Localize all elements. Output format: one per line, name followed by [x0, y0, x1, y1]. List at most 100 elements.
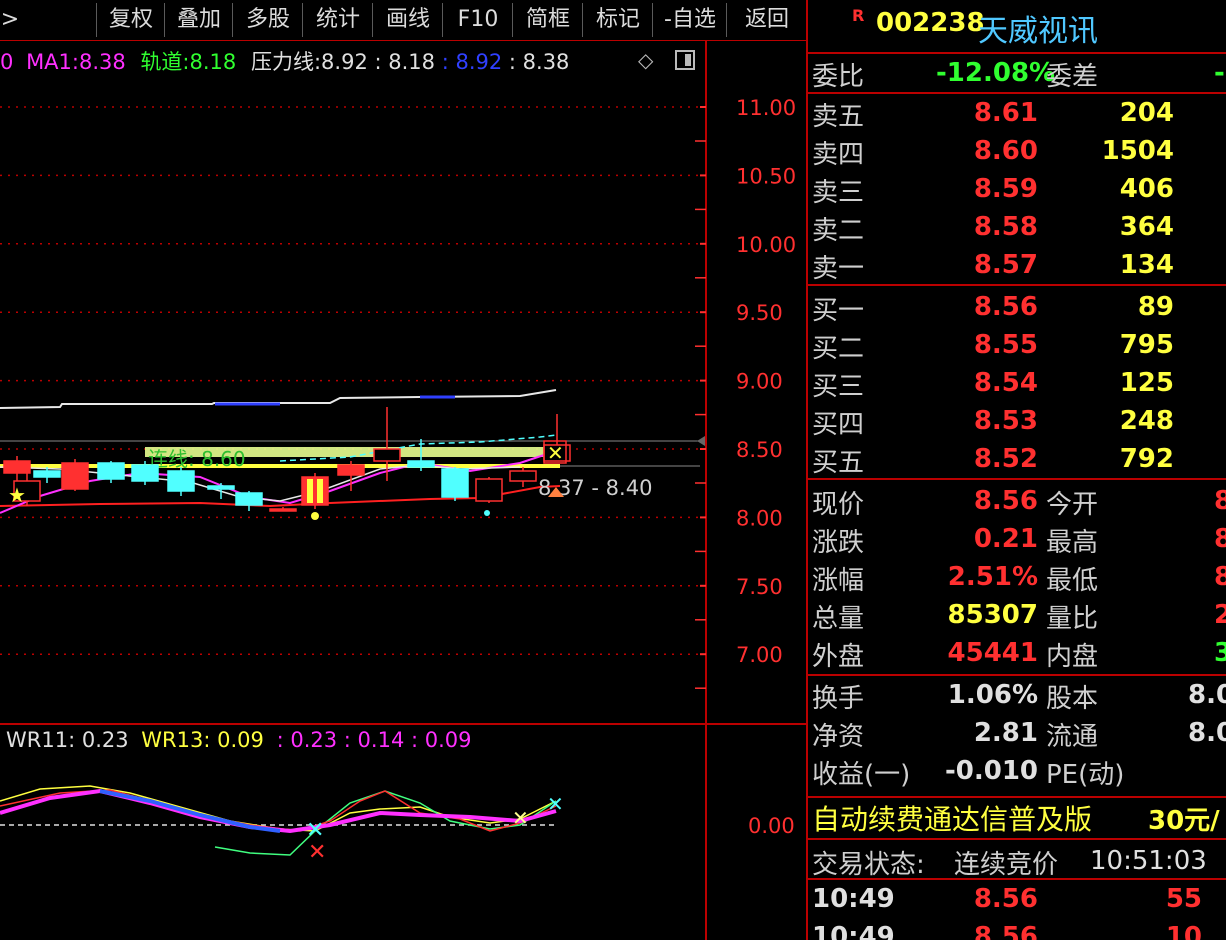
- buy-price: 8.52: [973, 444, 1038, 474]
- stock-name: 天威视讯: [978, 14, 1098, 49]
- stat-value-2: 8: [1214, 524, 1226, 554]
- candle-body: [301, 476, 329, 506]
- x-marker-icon: ✕: [547, 441, 564, 465]
- buy-level-label: 买四: [812, 410, 865, 440]
- fund-label-2: PE(动): [1046, 760, 1125, 790]
- volume-bar: [317, 479, 323, 503]
- divider: [808, 878, 1226, 880]
- price-tick-label: 10.00: [736, 233, 796, 257]
- quote-panel: R 002238 天威视讯 委比 -12.08% 委差 - 卖五 8.61 204 卖…: [806, 0, 1226, 940]
- weibi-value: -12.08%: [936, 58, 1056, 88]
- stat-label: 涨跌: [812, 528, 865, 558]
- candle-body: [167, 470, 195, 492]
- badge-r: R: [852, 6, 865, 25]
- buy-volume: 792: [1119, 444, 1174, 474]
- buy-level-label: 买三: [812, 372, 865, 402]
- stat-value: 2.51%: [947, 562, 1038, 592]
- fund-value: 1.06%: [947, 680, 1038, 710]
- candle-body: [407, 460, 435, 468]
- divider: [808, 52, 1226, 54]
- stat-label-2: 量比: [1046, 604, 1099, 634]
- stat-value: 8.56: [973, 486, 1038, 516]
- buy-volume: 795: [1119, 330, 1174, 360]
- buy-price: 8.53: [973, 406, 1038, 436]
- cyan-dot-marker: [484, 510, 490, 516]
- fund-label: 换手: [812, 684, 865, 714]
- sell-level-label: 卖二: [812, 216, 865, 246]
- tick-volume: 10: [1165, 922, 1202, 940]
- tick-volume: 55: [1165, 884, 1202, 914]
- price-tick-label: 7.00: [736, 643, 783, 667]
- sell-volume: 204: [1119, 98, 1174, 128]
- price-tick-label: 8.00: [736, 506, 783, 530]
- price-tick-label: 10.50: [736, 164, 796, 188]
- price-grid: [0, 106, 700, 655]
- candle-body: [269, 508, 297, 512]
- candle-body: [337, 464, 365, 476]
- star-marker-icon: ★: [8, 483, 26, 507]
- buy-level-label: 买五: [812, 448, 865, 478]
- ad-price[interactable]: 30元/: [1148, 800, 1220, 837]
- stat-label: 总量: [812, 604, 865, 634]
- wr-green-line: [214, 790, 557, 856]
- stat-value-2: 2: [1214, 600, 1226, 630]
- price-tick-label: 9.00: [736, 370, 783, 394]
- trade-status-label: 交易状态:: [812, 850, 925, 880]
- tick-price: 8.56: [973, 922, 1038, 940]
- sell-price: 8.59: [973, 174, 1038, 204]
- tick-time: 10:49: [812, 922, 895, 940]
- volume-bar: [307, 479, 313, 503]
- sell-price: 8.61: [973, 98, 1038, 128]
- overlay-button[interactable]: 叠加: [164, 3, 233, 37]
- stock-code: 002238: [876, 8, 985, 38]
- stat-label: 现价: [812, 490, 865, 520]
- sell-volume: 406: [1119, 174, 1174, 204]
- candle-body: [373, 448, 401, 462]
- buy-volume: 125: [1119, 368, 1174, 398]
- divider: [808, 478, 1226, 480]
- wr-red-cross-icon: ✕: [308, 840, 326, 865]
- stat-value-2: 8: [1214, 486, 1226, 516]
- tick-time: 10:49: [812, 884, 895, 914]
- simple-frame-button[interactable]: 简框: [512, 3, 583, 37]
- stat-value-2: 8: [1214, 562, 1226, 592]
- ad-text[interactable]: 自动续费通达信普及版: [812, 798, 1092, 838]
- stat-label-2: 内盘: [1046, 642, 1099, 672]
- price-tick-label: 9.50: [736, 301, 783, 325]
- divider: [808, 838, 1226, 840]
- wr-yellow-cross-icon: ✕: [512, 806, 529, 830]
- fund-value: 2.81: [973, 718, 1038, 748]
- stat-value: 45441: [947, 638, 1038, 668]
- stat-value: 85307: [947, 600, 1038, 630]
- fund-label-2: 流通: [1046, 722, 1099, 752]
- draw-line-button[interactable]: 画线: [372, 3, 443, 37]
- sell-level-label: 卖三: [812, 178, 865, 208]
- price-ticks: 11.00 10.50 10.00 9.50 9.00 8.50 8.00 7.50 7.00: [695, 96, 796, 689]
- multi-stock-button[interactable]: 多股: [232, 3, 303, 37]
- candle-body: [33, 470, 61, 478]
- stat-value-2: 39: [1214, 638, 1226, 668]
- f10-button[interactable]: F10: [442, 3, 513, 37]
- sell-volume: 364: [1119, 212, 1174, 242]
- buy-price: 8.54: [973, 368, 1038, 398]
- statistics-button[interactable]: 统计: [302, 3, 373, 37]
- stat-label: 外盘: [812, 642, 865, 672]
- sell-price: 8.60: [973, 136, 1038, 166]
- nav-arrow-icon[interactable]: >: [0, 3, 20, 37]
- chart-toolbar: > 复权 叠加 多股 统计 画线 F10 简框 标记 -自选 返回: [0, 0, 806, 41]
- stat-label: 涨幅: [812, 566, 865, 596]
- sell-price: 8.57: [973, 250, 1038, 280]
- mark-button[interactable]: 标记: [582, 3, 653, 37]
- back-button[interactable]: 返回: [726, 3, 807, 37]
- trade-status-value: 连续竞价: [954, 850, 1059, 880]
- remove-watchlist-button[interactable]: -自选: [652, 3, 727, 37]
- kline-chart[interactable]: 11.0010.5010.009.509.008.508.007.507.00 …: [0, 41, 806, 940]
- stat-label-2: 今开: [1046, 490, 1099, 520]
- candle-body: [441, 468, 469, 498]
- restore-rights-button[interactable]: 复权: [96, 3, 165, 37]
- yellow-dot-marker: [311, 512, 319, 520]
- sell-level-label: 卖一: [812, 254, 865, 284]
- stat-label-2: 最低: [1046, 566, 1099, 596]
- fund-label: 净资: [812, 722, 865, 752]
- buy-volume: 89: [1137, 292, 1174, 322]
